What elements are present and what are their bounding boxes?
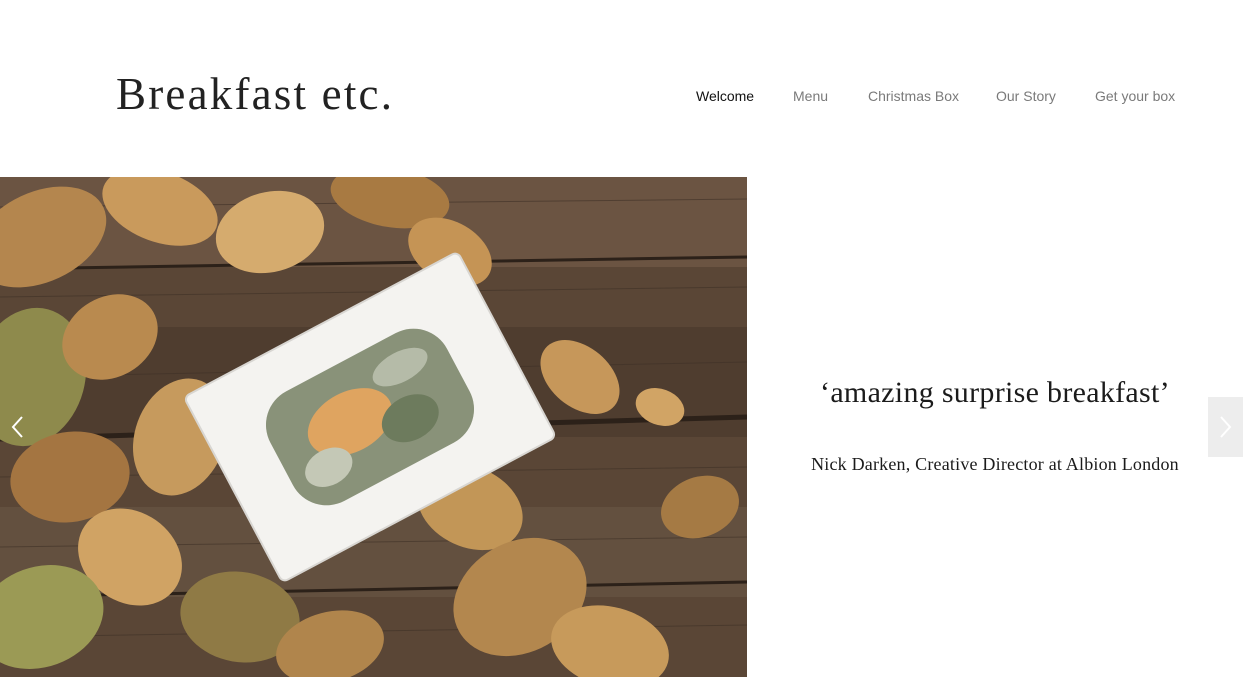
site-header: Breakfast etc. Welcome Menu Christmas Bo…: [0, 0, 1243, 177]
testimonial-quote: ‘amazing surprise breakfast’: [820, 376, 1170, 409]
nav-item-our-story[interactable]: Our Story: [996, 86, 1056, 106]
nav-item-get-your-box[interactable]: Get your box: [1095, 86, 1175, 106]
breakfast-box-photo: [0, 177, 747, 677]
chevron-right-icon: [1219, 416, 1231, 438]
testimonial-panel: ‘amazing surprise breakfast’ Nick Darken…: [747, 177, 1243, 677]
nav-item-christmas-box[interactable]: Christmas Box: [868, 86, 959, 106]
slideshow-prev-button[interactable]: [2, 397, 32, 457]
nav-item-welcome[interactable]: Welcome: [696, 86, 754, 106]
testimonial-attribution: Nick Darken, Creative Director at Albion…: [811, 454, 1179, 474]
nav-item-menu[interactable]: Menu: [793, 86, 828, 106]
slideshow-next-button[interactable]: [1208, 397, 1243, 457]
testimonial-slideshow: ‘amazing surprise breakfast’ Nick Darken…: [0, 177, 1243, 677]
chevron-left-icon: [11, 416, 23, 438]
main-nav: Welcome Menu Christmas Box Our Story Get…: [0, 86, 1243, 108]
